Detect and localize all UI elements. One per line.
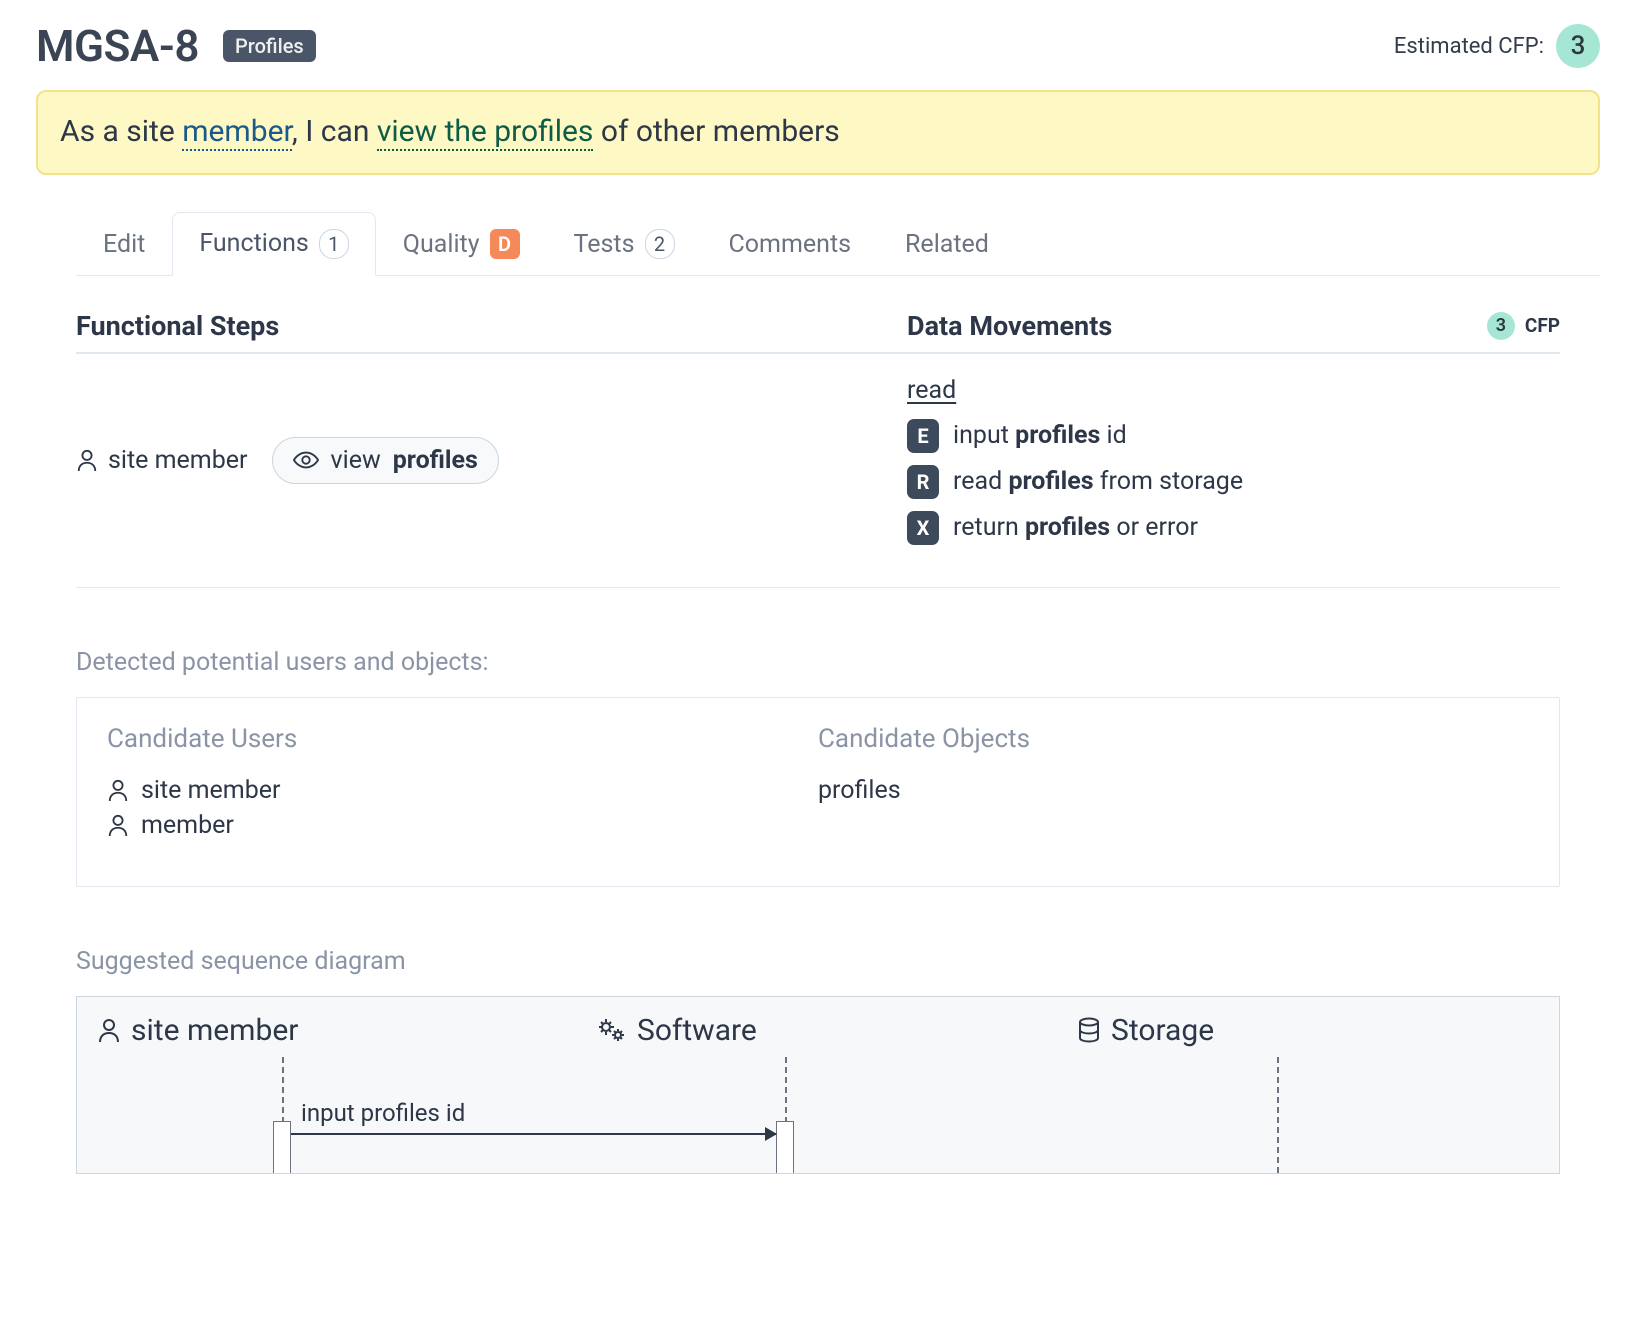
- lifeline-storage: [1277, 1057, 1279, 1173]
- tab-quality[interactable]: Quality D: [376, 212, 547, 276]
- dm-badge-r: R: [907, 465, 939, 499]
- quality-grade-badge: D: [490, 229, 520, 259]
- dm-e-bold: profiles: [1015, 421, 1100, 450]
- user-icon: [107, 778, 129, 802]
- seq-lane-storage-label: Storage: [1111, 1013, 1214, 1048]
- user-story-box: As a site member, I can view the profile…: [36, 90, 1600, 175]
- seq-arrow-1: [291, 1133, 776, 1135]
- candidate-user-label: site member: [141, 776, 281, 805]
- user-icon: [76, 448, 98, 472]
- dm-badge-x: X: [907, 511, 939, 545]
- cfp-value-badge: 3: [1556, 24, 1600, 68]
- dm-title[interactable]: read: [907, 376, 1560, 405]
- seq-lane-user: site member: [97, 1013, 597, 1048]
- tab-quality-label: Quality: [403, 230, 480, 259]
- candidate-object-item: profiles: [818, 776, 1529, 805]
- fn-action-object: profiles: [393, 446, 478, 475]
- candidate-objects-col: Candidate Objects profiles: [818, 724, 1529, 846]
- tab-functions-label: Functions: [199, 229, 308, 258]
- dm-badge-e: E: [907, 419, 939, 453]
- tab-tests-label: Tests: [574, 230, 635, 259]
- tab-comments[interactable]: Comments: [702, 212, 879, 276]
- cfp-label: Estimated CFP:: [1394, 34, 1544, 59]
- tab-functions[interactable]: Functions 1: [172, 212, 375, 276]
- story-mid: , I can: [292, 114, 377, 149]
- dm-row-read: R read profiles from storage: [907, 465, 1560, 499]
- candidate-users-heading: Candidate Users: [107, 724, 818, 754]
- fn-step-row: site member view profiles: [76, 376, 907, 545]
- fn-header: Functional Steps Data Movements 3 CFP: [76, 310, 1560, 354]
- seq-lane-user-label: site member: [131, 1013, 298, 1048]
- sequence-diagram: site member Software: [76, 996, 1560, 1174]
- dm-x-pre: return: [953, 513, 1025, 542]
- header-row: MGSA-8 Profiles Estimated CFP: 3: [36, 20, 1600, 72]
- issue-title: MGSA-8: [36, 20, 199, 72]
- data-movements-heading: Data Movements: [907, 310, 1487, 342]
- detected-label: Detected potential users and objects:: [76, 648, 1560, 677]
- dm-r-post: from storage: [1094, 467, 1243, 496]
- user-icon: [107, 813, 129, 837]
- fn-movements: read E input profiles id R read profiles…: [907, 376, 1560, 545]
- seq-lane-software: Software: [597, 1013, 1077, 1048]
- fn-cfp-group: 3 CFP: [1487, 312, 1560, 340]
- fn-user-label: site member: [108, 446, 248, 475]
- fn-action-verb: view: [331, 446, 381, 475]
- dm-x-post: or error: [1110, 513, 1198, 542]
- fn-body: site member view profiles read E input p…: [76, 354, 1560, 588]
- story-suffix: of other members: [593, 114, 839, 149]
- candidate-user-item: member: [107, 811, 818, 840]
- tests-count-badge: 2: [645, 229, 675, 259]
- sequence-headers: site member Software: [97, 1013, 1539, 1048]
- dm-row-exit: X return profiles or error: [907, 511, 1560, 545]
- functions-count-badge: 1: [319, 229, 349, 259]
- activation-software: [776, 1121, 794, 1174]
- story-user-term[interactable]: member: [182, 114, 292, 151]
- dm-e-pre: input: [953, 421, 1015, 450]
- fn-action-chip[interactable]: view profiles: [272, 437, 499, 484]
- eye-icon: [293, 451, 319, 469]
- sequence-label: Suggested sequence diagram: [76, 947, 1560, 976]
- activation-user: [273, 1121, 291, 1174]
- tab-comments-label: Comments: [729, 230, 852, 259]
- dm-r-pre: read: [953, 467, 1008, 496]
- dm-row-entry: E input profiles id: [907, 419, 1560, 453]
- dm-x-bold: profiles: [1025, 513, 1110, 542]
- candidate-object-label: profiles: [818, 776, 901, 805]
- tab-related[interactable]: Related: [878, 212, 1016, 276]
- candidate-users-col: Candidate Users site member member: [107, 724, 818, 846]
- dm-e-post: id: [1100, 421, 1126, 450]
- story-object-term[interactable]: view the profiles: [377, 114, 594, 151]
- header-left: MGSA-8 Profiles: [36, 20, 316, 72]
- seq-lane-software-label: Software: [637, 1013, 757, 1048]
- fn-cfp-value: 3: [1487, 312, 1515, 340]
- dm-r-bold: profiles: [1008, 467, 1093, 496]
- detected-box: Candidate Users site member member Candi…: [76, 697, 1560, 887]
- tab-edit[interactable]: Edit: [76, 212, 172, 276]
- seq-lane-storage: Storage: [1077, 1013, 1539, 1048]
- gears-icon: [597, 1017, 627, 1043]
- candidate-objects-heading: Candidate Objects: [818, 724, 1529, 754]
- tab-tests[interactable]: Tests 2: [547, 212, 702, 276]
- tab-row: Edit Functions 1 Quality D Tests 2 Comme…: [76, 211, 1600, 276]
- tab-edit-label: Edit: [103, 230, 145, 259]
- seq-message-1: input profiles id: [301, 1099, 465, 1127]
- fn-user-chip: site member: [76, 446, 248, 475]
- database-icon: [1077, 1017, 1101, 1043]
- functional-steps-heading: Functional Steps: [76, 310, 907, 342]
- fn-cfp-unit: CFP: [1525, 314, 1560, 337]
- profiles-tag[interactable]: Profiles: [223, 30, 316, 62]
- functions-panel: Functional Steps Data Movements 3 CFP si…: [76, 310, 1560, 1174]
- candidate-user-item: site member: [107, 776, 818, 805]
- user-icon: [97, 1017, 121, 1043]
- header-right: Estimated CFP: 3: [1394, 24, 1600, 68]
- tab-related-label: Related: [905, 230, 989, 259]
- candidate-user-label: member: [141, 811, 234, 840]
- story-prefix: As a site: [60, 114, 182, 149]
